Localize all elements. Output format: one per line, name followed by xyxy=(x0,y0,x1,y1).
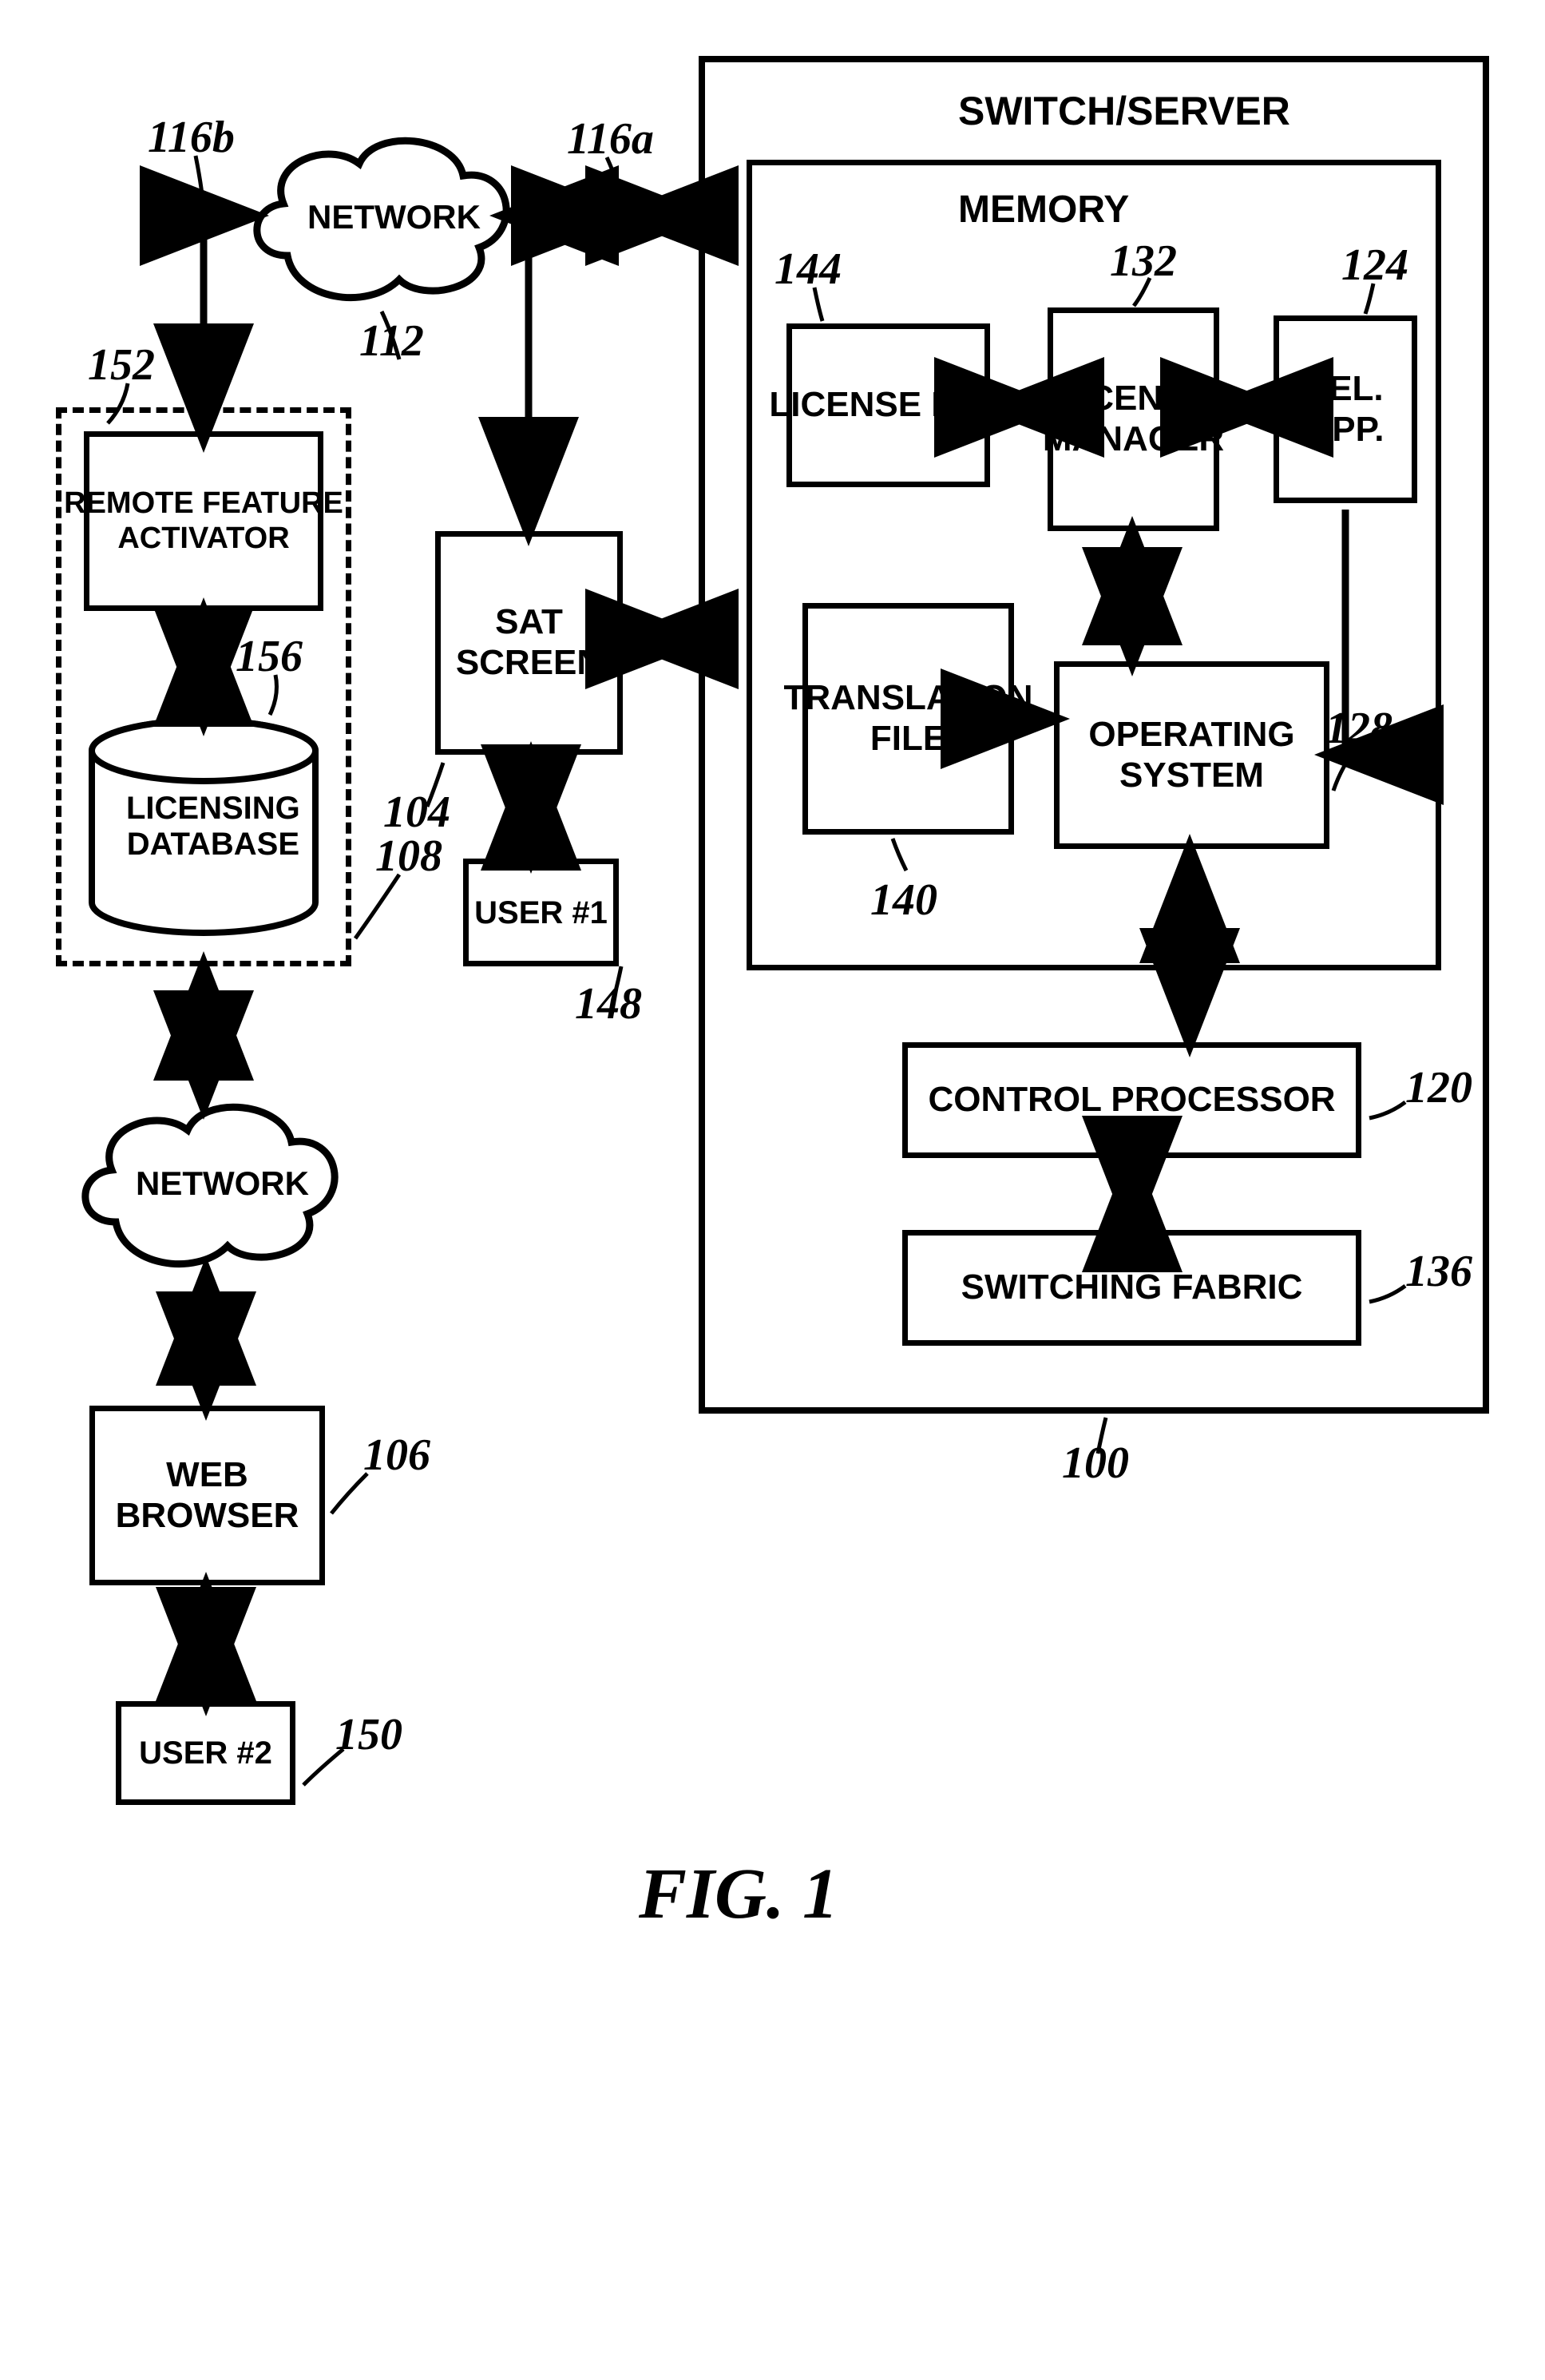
sat-screen: SAT SCREEN xyxy=(435,531,623,755)
ref-148: 148 xyxy=(575,978,642,1029)
translation-file: TRANSLATION FILE xyxy=(802,603,1014,835)
ref-108: 108 xyxy=(375,831,442,882)
ref-104: 104 xyxy=(383,787,450,838)
tel-app: TEL. APP. xyxy=(1274,315,1417,503)
control-processor: CONTROL PROCESSOR xyxy=(902,1042,1361,1158)
ref-128: 128 xyxy=(1325,703,1392,754)
remote-feature-activator: REMOTE FEATURE ACTIVATOR xyxy=(84,431,323,611)
ref-140: 140 xyxy=(870,875,937,926)
ref-116a: 116a xyxy=(567,113,654,165)
ref-150: 150 xyxy=(335,1709,402,1760)
ref-144: 144 xyxy=(774,244,842,295)
ref-124: 124 xyxy=(1341,240,1408,291)
license-manager: LICENSE MANAGER xyxy=(1048,307,1219,531)
ref-152: 152 xyxy=(88,339,155,391)
memory-label: MEMORY xyxy=(958,188,1129,232)
web-browser: WEB BROWSER xyxy=(89,1406,325,1585)
ref-136: 136 xyxy=(1405,1246,1472,1297)
network-1-label: NETWORK xyxy=(307,198,481,236)
user-2: USER #2 xyxy=(116,1701,295,1805)
ref-112: 112 xyxy=(359,315,424,367)
license-file: LICENSE FILE xyxy=(786,323,990,487)
user-1: USER #1 xyxy=(463,859,619,966)
figure-label: FIG. 1 xyxy=(639,1853,838,1935)
ref-120: 120 xyxy=(1405,1062,1472,1113)
ref-156: 156 xyxy=(236,631,303,682)
ref-100: 100 xyxy=(1062,1438,1129,1489)
switching-fabric: SWITCHING FABRIC xyxy=(902,1230,1361,1346)
switch-server-title: SWITCH/SERVER xyxy=(958,88,1290,134)
licensing-database-label: LICENSING DATABASE xyxy=(126,791,300,863)
ref-116b: 116b xyxy=(148,112,235,163)
ref-106: 106 xyxy=(363,1430,430,1481)
ref-132: 132 xyxy=(1110,236,1177,287)
network-2-label: NETWORK xyxy=(136,1164,309,1203)
operating-system: OPERATING SYSTEM xyxy=(1054,661,1329,849)
